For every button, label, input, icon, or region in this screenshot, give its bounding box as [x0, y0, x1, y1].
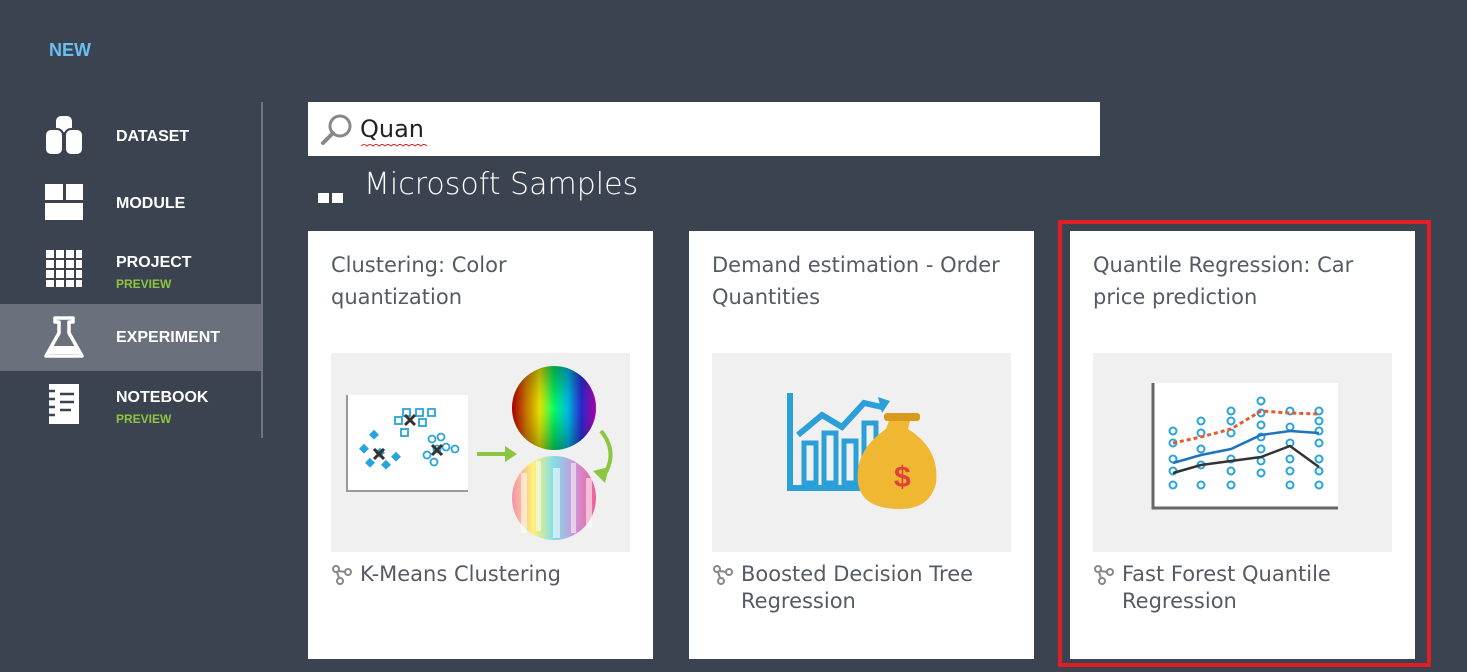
search-icon: [321, 114, 352, 145]
nav-label-notebook: NOTEBOOK: [116, 389, 209, 406]
card-title: Demand estimation - Order Quantities: [712, 253, 1000, 309]
sample-card-quantile-regression[interactable]: Quantile Regression: Car price predictio…: [1070, 231, 1415, 659]
nav-item-module[interactable]: MODULE: [0, 170, 261, 237]
module-icon: [45, 184, 83, 220]
card-algorithm-label: Fast Forest Quantile Regression: [1122, 562, 1331, 613]
algorithm-module-icon: [1094, 565, 1114, 585]
nav-badge-project-preview: PREVIEW: [116, 277, 172, 291]
card-title: Quantile Regression: Car price predictio…: [1093, 253, 1354, 309]
sample-card-clustering[interactable]: Clustering: Color quantization K-Means C…: [308, 231, 653, 659]
svg-text:$: $: [894, 461, 911, 494]
nav-badge-notebook-preview: PREVIEW: [116, 412, 172, 426]
spellcheck-underline: [361, 144, 427, 147]
nav-item-project[interactable]: PROJECT PREVIEW: [0, 237, 261, 304]
section-title: Microsoft Samples: [364, 167, 639, 202]
algorithm-module-icon: [332, 565, 352, 585]
card-algorithm-label: K-Means Clustering: [360, 562, 561, 586]
experiment-flask-icon: [44, 316, 84, 358]
clustering-color-illustration: [331, 353, 630, 552]
project-icon: [46, 250, 82, 287]
nav-item-experiment[interactable]: EXPERIMENT: [0, 304, 261, 371]
nav-label-experiment: EXPERIMENT: [116, 329, 221, 346]
nav-label-dataset: DATASET: [116, 128, 190, 145]
new-title: NEW: [49, 40, 91, 60]
nav-item-dataset[interactable]: DATASET: [0, 103, 261, 170]
algorithm-module-icon: [713, 565, 733, 585]
dataset-icon: [44, 114, 84, 156]
nav-label-module: MODULE: [116, 195, 186, 212]
sample-card-demand-estimation[interactable]: Demand estimation - Order Quantities $ B…: [689, 231, 1034, 659]
nav-label-project: PROJECT: [116, 254, 192, 271]
search-box[interactable]: [308, 102, 1100, 156]
quantile-regression-plot-illustration: [1093, 353, 1392, 552]
demand-chart-moneybag-illustration: $: [712, 353, 1011, 552]
nav-divider: [261, 102, 263, 438]
section-header: Microsoft Samples: [318, 156, 918, 208]
nav-item-notebook[interactable]: NOTEBOOK PREVIEW: [0, 372, 261, 439]
notebook-icon: [46, 384, 79, 424]
search-input[interactable]: [360, 111, 1060, 147]
card-title: Clustering: Color quantization: [331, 253, 507, 309]
samples-grid-icon: [318, 193, 343, 203]
card-algorithm-label: Boosted Decision Tree Regression: [741, 562, 974, 613]
